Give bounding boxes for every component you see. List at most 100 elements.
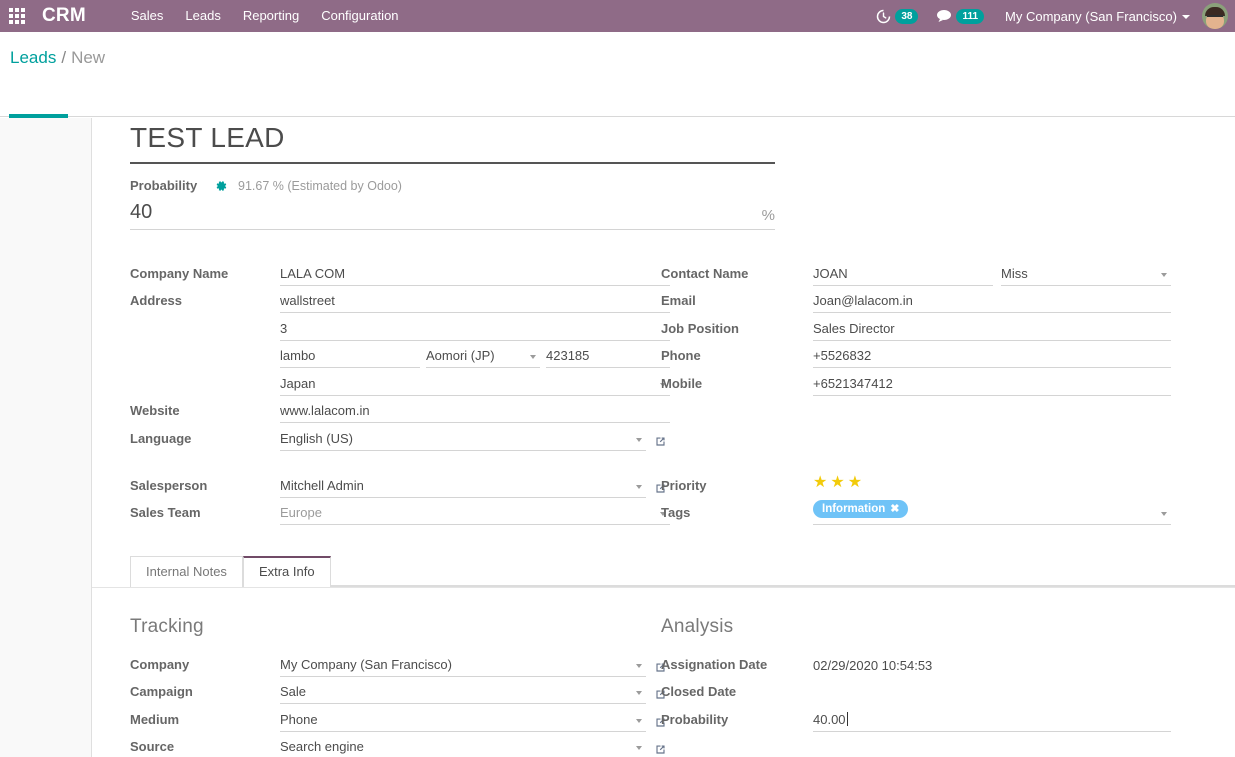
address-street-input[interactable]: wallstreet <box>280 293 670 313</box>
chevron-down-icon <box>636 484 642 489</box>
activity-menu[interactable]: 38 <box>867 8 927 24</box>
priority-stars[interactable]: ★ ★ ★ <box>813 475 1171 498</box>
address-city-input[interactable]: lambo <box>280 348 420 368</box>
close-icon[interactable]: ✖ <box>890 502 899 515</box>
priority-star-3[interactable]: ★ <box>848 475 862 491</box>
top-navbar: CRM Sales Leads Reporting Configuration … <box>0 0 1235 32</box>
address-street2-input[interactable]: 3 <box>280 321 670 341</box>
breadcrumb-leads[interactable]: Leads <box>10 48 56 67</box>
tracking-company-select[interactable]: My Company (San Francisco) <box>280 657 646 677</box>
left-field-group-2: Salesperson Mitchell Admin Sales Team Eu… <box>130 470 670 525</box>
probability-estimate-note: 91.67 % (Estimated by Odoo) <box>238 178 402 193</box>
tags-input[interactable]: Information ✖ <box>813 500 1171 525</box>
assignation-date-value: 02/29/2020 10:54:53 <box>813 657 933 673</box>
field-medium: Medium Phone <box>130 704 670 732</box>
app-brand-crm[interactable]: CRM <box>34 5 100 27</box>
systray: 38 111 My Company (San Francisco) <box>867 0 1235 32</box>
field-label-empty <box>130 336 280 341</box>
field-label: Email <box>661 293 696 308</box>
medium-select[interactable]: Phone <box>280 712 646 732</box>
gear-icon[interactable] <box>214 179 228 193</box>
field-tags: Tags Information ✖ <box>661 498 1171 525</box>
field-email: Email Joan@lalacom.in <box>661 286 1171 313</box>
control-panel: Leads/New SAVE DISCARD <box>0 32 1235 142</box>
menu-item-configuration[interactable]: Configuration <box>310 0 409 32</box>
clock-icon <box>876 9 891 24</box>
priority-star-2[interactable]: ★ <box>830 475 844 491</box>
closed-date-value <box>813 700 1171 704</box>
tag-chip[interactable]: Information ✖ <box>813 500 909 518</box>
mobile-input[interactable]: +6521347412 <box>813 376 1171 396</box>
email-input[interactable]: Joan@lalacom.in <box>813 293 1171 313</box>
address-country-select[interactable]: Japan <box>280 376 670 396</box>
text-cursor <box>846 711 848 726</box>
address-state-select[interactable]: Aomori (JP) <box>426 348 540 368</box>
website-input[interactable]: www.lalacom.in <box>280 403 670 423</box>
field-closed-date: Closed Date <box>661 677 1171 705</box>
contact-name-input[interactable]: JOAN <box>813 266 993 286</box>
field-label: Phone <box>661 348 701 363</box>
menu-item-reporting[interactable]: Reporting <box>232 0 310 32</box>
source-external-link-icon[interactable] <box>646 743 670 757</box>
contact-title-select[interactable]: Miss <box>1001 266 1171 286</box>
main-menu: Sales Leads Reporting Configuration <box>120 0 410 32</box>
field-analysis-probability: Probability 40.00 <box>661 704 1171 732</box>
analysis-probability-input[interactable]: 40.00 <box>813 711 1171 732</box>
sales-team-value: Europe <box>280 505 322 520</box>
page-title[interactable]: TEST LEAD <box>130 122 775 164</box>
language-select[interactable]: English (US) <box>280 431 646 451</box>
address-zip-input[interactable]: 423185 <box>546 348 670 368</box>
right-field-group-2: Priority ★ ★ ★ Tags Information ✖ <box>661 470 1171 525</box>
company-name-input[interactable]: LALA COM <box>280 266 670 286</box>
chevron-down-icon <box>636 746 642 750</box>
source-value: Search engine <box>280 739 364 754</box>
section-divider <box>92 587 1235 588</box>
field-tracking-company: Company My Company (San Francisco) <box>130 649 670 677</box>
job-position-input[interactable]: Sales Director <box>813 321 1171 341</box>
priority-star-1[interactable]: ★ <box>813 475 827 491</box>
chevron-down-icon <box>530 355 536 359</box>
analysis-heading: Analysis <box>661 616 734 637</box>
activity-count-badge: 38 <box>895 8 919 24</box>
chat-icon <box>936 9 952 23</box>
chevron-down-icon <box>636 437 642 442</box>
field-label: Priority <box>661 477 707 493</box>
field-salesperson: Salesperson Mitchell Admin <box>130 470 670 498</box>
field-label: Probability <box>661 711 729 727</box>
field-address-country: Japan <box>130 368 670 396</box>
menu-item-sales[interactable]: Sales <box>120 0 175 32</box>
right-field-group: Contact Name JOAN Miss Email Joan@lalaco… <box>661 258 1171 396</box>
form-sheet: TEST LEAD Probability 91.67 % (Estimated… <box>91 118 1235 757</box>
field-label: Language <box>130 430 192 446</box>
chevron-down-icon <box>636 718 642 723</box>
field-address-street: Address wallstreet <box>130 286 670 313</box>
sales-team-select[interactable]: Europe <box>280 505 670 525</box>
tab-extra-info[interactable]: Extra Info <box>242 556 331 587</box>
phone-input[interactable]: +5526832 <box>813 348 1171 368</box>
avatar[interactable] <box>1202 3 1228 29</box>
field-job-position: Job Position Sales Director <box>661 313 1171 341</box>
field-contact-name: Contact Name JOAN Miss <box>661 258 1171 286</box>
tab-internal-notes[interactable]: Internal Notes <box>130 556 243 587</box>
field-assignation-date: Assignation Date 02/29/2020 10:54:53 <box>661 649 1171 677</box>
salesperson-select[interactable]: Mitchell Admin <box>280 478 646 498</box>
field-label-empty <box>130 391 280 396</box>
company-switcher[interactable]: My Company (San Francisco) <box>993 9 1198 24</box>
probability-input[interactable]: 40 <box>130 201 762 224</box>
apps-grid-icon[interactable] <box>0 0 34 32</box>
field-label: Source <box>130 739 175 754</box>
messaging-menu[interactable]: 111 <box>927 8 993 24</box>
campaign-select[interactable]: Sale <box>280 684 646 704</box>
field-mobile: Mobile +6521347412 <box>661 368 1171 396</box>
language-external-link-icon[interactable] <box>646 435 670 451</box>
tracking-heading: Tracking <box>130 616 204 637</box>
field-label-empty <box>130 363 280 368</box>
tracking-group: Tracking Company My Company (San Francis… <box>130 616 670 757</box>
analysis-group: Analysis Assignation Date 02/29/2020 10:… <box>661 616 1171 732</box>
probability-input-row[interactable]: 40 % <box>130 201 775 230</box>
breadcrumb-separator: / <box>61 48 67 67</box>
field-website: Website www.lalacom.in <box>130 396 670 423</box>
menu-item-leads[interactable]: Leads <box>174 0 231 32</box>
source-select[interactable]: Search engine <box>280 739 646 757</box>
field-label: Campaign <box>130 684 193 699</box>
